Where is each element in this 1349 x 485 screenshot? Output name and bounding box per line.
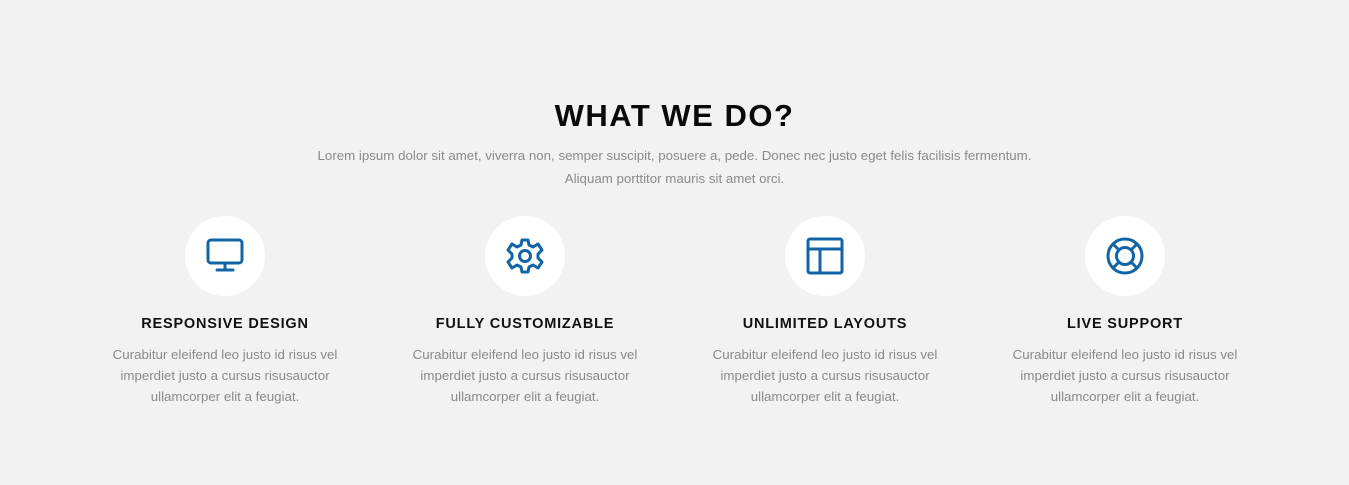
lifebuoy-icon-circle [1085, 216, 1165, 296]
section-subtitle: Lorem ipsum dolor sit amet, viverra non,… [295, 144, 1055, 190]
section-subtitle-line-1: Lorem ipsum dolor sit amet, viverra non,… [317, 148, 1032, 163]
feature-title: RESPONSIVE DESIGN [141, 316, 309, 332]
section-subtitle-line-2: Aliquam porttitor mauris sit amet orci. [564, 171, 785, 186]
feature-description: Curabitur eleifend leo justo id risus ve… [105, 344, 345, 407]
lifebuoy-icon [1106, 237, 1144, 275]
feature-description: Curabitur eleifend leo justo id risus ve… [705, 344, 945, 407]
feature-description-line-1: Curabitur eleifend leo justo id risus ve… [412, 347, 638, 362]
feature-fully-customizable: FULLY CUSTOMIZABLE Curabitur eleifend le… [375, 216, 675, 407]
feature-description-line-3: ullamcorper elit a feugiat. [150, 389, 300, 404]
feature-description-line-3: ullamcorper elit a feugiat. [1050, 389, 1200, 404]
feature-live-support: LIVE SUPPORT Curabitur eleifend leo just… [975, 216, 1275, 407]
feature-title: FULLY CUSTOMIZABLE [435, 316, 615, 332]
feature-description-line-2: imperdiet justo a cursus risusauctor [1020, 368, 1230, 383]
layout-icon [806, 237, 844, 275]
gear-icon-circle [485, 216, 565, 296]
feature-description: Curabitur eleifend leo justo id risus ve… [1005, 344, 1245, 407]
feature-title: LIVE SUPPORT [1067, 316, 1183, 332]
monitor-icon [206, 238, 244, 272]
feature-description-line-3: ullamcorper elit a feugiat. [750, 389, 900, 404]
feature-description-line-2: imperdiet justo a cursus risusauctor [120, 368, 330, 383]
feature-description-line-1: Curabitur eleifend leo justo id risus ve… [112, 347, 338, 362]
feature-description: Curabitur eleifend leo justo id risus ve… [405, 344, 645, 407]
feature-description-line-1: Curabitur eleifend leo justo id risus ve… [1012, 347, 1238, 362]
section-title: WHAT WE DO? [554, 98, 795, 133]
features-grid: RESPONSIVE DESIGN Curabitur eleifend leo… [75, 216, 1275, 407]
layout-icon-circle [785, 216, 865, 296]
feature-responsive-design: RESPONSIVE DESIGN Curabitur eleifend leo… [75, 216, 375, 407]
monitor-icon-circle [185, 216, 265, 296]
feature-description-line-3: ullamcorper elit a feugiat. [450, 389, 600, 404]
feature-description-line-2: imperdiet justo a cursus risusauctor [720, 368, 930, 383]
what-we-do-section: WHAT WE DO? Lorem ipsum dolor sit amet, … [0, 0, 1349, 485]
feature-description-line-2: imperdiet justo a cursus risusauctor [420, 368, 630, 383]
feature-title: UNLIMITED LAYOUTS [742, 316, 908, 332]
gear-icon [506, 238, 544, 274]
feature-description-line-1: Curabitur eleifend leo justo id risus ve… [712, 347, 938, 362]
feature-unlimited-layouts: UNLIMITED LAYOUTS Curabitur eleifend leo… [675, 216, 975, 407]
